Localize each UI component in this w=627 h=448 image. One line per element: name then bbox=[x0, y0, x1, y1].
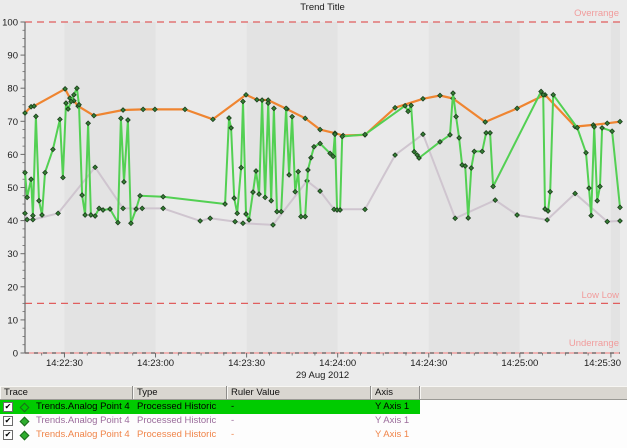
trace-3-axis: Y Axis 1 bbox=[375, 429, 410, 440]
y-axis-tick-label: 10 bbox=[7, 315, 18, 326]
trace-3-checkbox[interactable]: ✔ bbox=[3, 430, 13, 440]
trace-1-name: Trends.Analog Point 4 bbox=[36, 401, 130, 412]
trace-2-checkbox[interactable]: ✔ bbox=[3, 416, 13, 426]
trace-1-axis: Y Axis 1 bbox=[371, 400, 420, 414]
trace-3-marker-icon bbox=[19, 430, 30, 440]
trace-2-type: Processed Historic bbox=[137, 415, 217, 426]
x-axis-tick-label: 14:23:00 bbox=[137, 358, 174, 369]
y-axis-tick-label: 50 bbox=[7, 183, 18, 194]
low-low-label: Low Low bbox=[581, 290, 620, 301]
trace-table: Trace Type Ruler Value Axis ✔ Trends.Ana… bbox=[0, 386, 627, 448]
header-filler bbox=[420, 386, 627, 400]
y-axis-tick-label: 20 bbox=[7, 282, 18, 293]
trace-2-marker-icon bbox=[19, 416, 30, 426]
y-axis-tick-label: 60 bbox=[7, 150, 18, 161]
trace-2-name: Trends.Analog Point 4 bbox=[36, 415, 130, 426]
table-row-trace-1[interactable]: ✔ Trends.Analog Point 4 Processed Histor… bbox=[0, 400, 627, 414]
y-axis-tick-label: 40 bbox=[7, 216, 18, 227]
x-axis-tick-label: 14:25:00 bbox=[501, 358, 538, 369]
header-type[interactable]: Type bbox=[133, 386, 227, 400]
y-axis-tick-label: 90 bbox=[7, 51, 18, 62]
y-axis-tick-label: 0 bbox=[13, 349, 18, 360]
table-row-trace-3[interactable]: ✔ Trends.Analog Point 4 Processed Histor… bbox=[0, 428, 627, 442]
trend-viewer-window: 0 10 20 30 40 50 60 70 80 90 100 14:22:30 14:23:00 14… bbox=[0, 0, 627, 448]
overrange-label: Overrange bbox=[574, 8, 619, 19]
trace-2-ruler-value: - bbox=[231, 415, 235, 426]
x-axis-tick-label: 14:22:30 bbox=[46, 358, 83, 369]
x-axis-tick-label: 14:25:30 bbox=[584, 358, 621, 369]
trend-chart: 0 10 20 30 40 50 60 70 80 90 100 14:22:30 14:23:00 14… bbox=[2, 18, 623, 369]
trace-1-type: Processed Historic bbox=[133, 400, 227, 414]
trace-3-name: Trends.Analog Point 4 bbox=[36, 429, 130, 440]
y-axis-tick-label: 30 bbox=[7, 249, 18, 260]
x-axis-date-label: 29 Aug 2012 bbox=[295, 370, 350, 381]
trace-2-axis: Y Axis 1 bbox=[375, 415, 410, 426]
trace-3-ruler-value: - bbox=[231, 429, 235, 440]
underrange-label: Underrange bbox=[568, 338, 619, 349]
header-axis[interactable]: Axis bbox=[371, 386, 420, 400]
x-axis-tick-label: 14:24:30 bbox=[410, 358, 447, 369]
x-axis-tick-label: 14:23:30 bbox=[228, 358, 265, 369]
y-axis-tick-label: 100 bbox=[2, 18, 18, 29]
trace-1-marker-icon bbox=[19, 402, 30, 412]
trace-table-header: Trace Type Ruler Value Axis bbox=[0, 386, 627, 400]
table-row-trace-2[interactable]: ✔ Trends.Analog Point 4 Processed Histor… bbox=[0, 414, 627, 428]
header-trace[interactable]: Trace bbox=[0, 386, 133, 400]
y-axis-tick-label: 70 bbox=[7, 117, 18, 128]
trace-1-ruler-value: - bbox=[227, 400, 371, 414]
x-axis-tick-label: 14:24:00 bbox=[319, 358, 356, 369]
trace-3-type: Processed Historic bbox=[137, 429, 217, 440]
page-title: Trend Title bbox=[300, 2, 345, 13]
y-axis-tick-label: 80 bbox=[7, 84, 18, 95]
trace-1-checkbox[interactable]: ✔ bbox=[3, 402, 13, 412]
header-ruler-value[interactable]: Ruler Value bbox=[227, 386, 371, 400]
